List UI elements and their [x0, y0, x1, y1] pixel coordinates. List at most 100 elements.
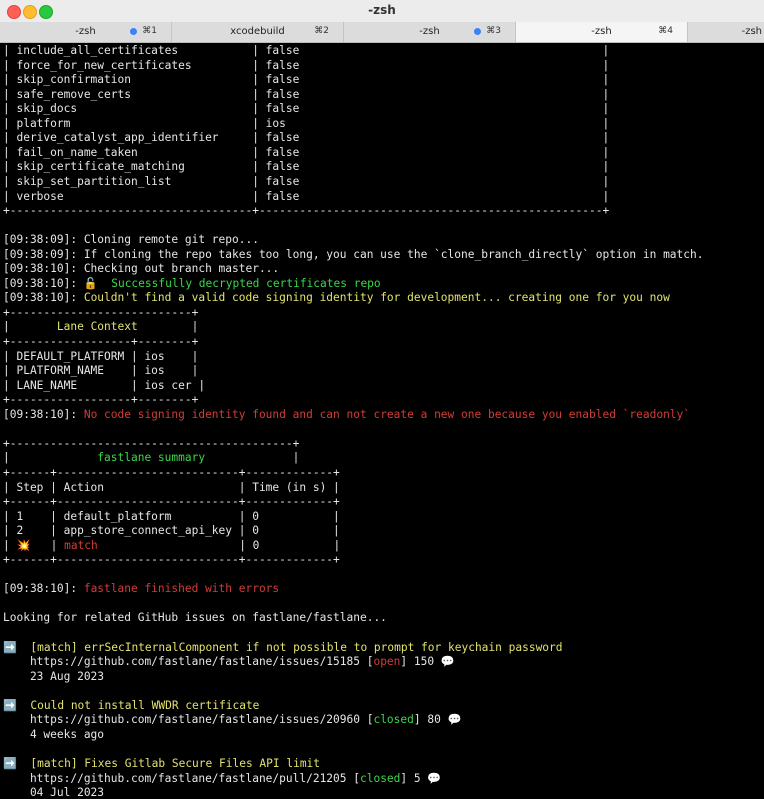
tab-zsh-1[interactable]: -zsh ⌘1 — [0, 22, 172, 42]
terminal-line: +------+---------------------------+----… — [3, 466, 340, 480]
terminal-text: | fail_on_name_taken | false | — [3, 145, 610, 159]
tab-shortcut: ⌘1 — [142, 26, 157, 36]
terminal-text: [match] errSecInternalComponent if not p… — [30, 640, 563, 654]
terminal-text: | skip_confirmation | false | — [3, 73, 610, 87]
terminal-text: | 1 | default_platform | 0 | — [3, 509, 340, 523]
terminal-line: [09:38:10]: Checking out branch master..… — [3, 262, 279, 276]
terminal-text: | 0 | — [97, 538, 341, 552]
terminal-line: | Lane Context | — [3, 320, 198, 334]
terminal-line: | 1 | default_platform | 0 | — [3, 510, 340, 524]
terminal-line: +------+---------------------------+----… — [3, 495, 340, 509]
terminal-text: | — [205, 451, 300, 465]
terminal-line: | PLATFORM_NAME | ios | — [3, 364, 198, 378]
terminal-text: [09:38:10]: — [3, 582, 84, 596]
terminal-line: [09:38:10]: 🔓 Successfully decrypted cer… — [3, 277, 381, 291]
terminal-text: | Step | Action | Time (in s) | — [3, 480, 340, 494]
terminal-line: +---------------------------+ — [3, 306, 198, 320]
terminal-line: ➡️ [match] errSecInternalComponent if no… — [3, 641, 563, 655]
terminal-text: | verbose | false | — [3, 189, 610, 203]
terminal-text: match — [64, 538, 98, 552]
terminal-line: [09:38:10]: Couldn't find a valid code s… — [3, 291, 670, 305]
terminal-line: | Step | Action | Time (in s) | — [3, 481, 340, 495]
terminal-line: +------------------+--------+ — [3, 393, 198, 407]
terminal-text: [match] Fixes Gitlab Secure Files API li… — [30, 756, 321, 770]
terminal-text: ] 5 💬 — [400, 771, 442, 785]
terminal-text: ➡️ — [3, 640, 31, 654]
terminal-text: [09:38:09]: Cloning remote git repo... — [3, 233, 259, 247]
terminal-line: +------------------------------------+--… — [3, 204, 609, 218]
tab-shortcut: ⌘3 — [486, 26, 501, 36]
terminal-line: | derive_catalyst_app_identifier | false… — [3, 131, 609, 145]
terminal-line: 04 Jul 2023 — [3, 786, 104, 799]
terminal-line: | verbose | false | — [3, 190, 609, 204]
terminal-text: +------------------+--------+ — [3, 335, 199, 348]
terminal-text: https://github.com/fastlane/fastlane/pul… — [3, 771, 360, 785]
terminal-text: +------+---------------------------+----… — [3, 553, 340, 567]
terminal-line: ➡️ Could not install WWDR certificate — [3, 699, 259, 713]
terminal-line: | skip_confirmation | false | — [3, 73, 609, 87]
terminal-text: | skip_set_partition_list | false | — [3, 174, 610, 188]
terminal-line: | safe_remove_certs | false | — [3, 88, 609, 102]
terminal-line: Looking for related GitHub issues on fas… — [3, 611, 387, 625]
terminal-text: Lane Context — [56, 320, 138, 334]
tab-zsh-4-active[interactable]: -zsh ⌘4 — [516, 22, 688, 42]
terminal-text: ] 80 💬 — [413, 713, 462, 727]
terminal-line: | skip_docs | false | — [3, 102, 609, 116]
activity-dot-icon — [474, 28, 481, 35]
terminal-text: ➡️ — [3, 756, 31, 770]
terminal-text: 🔓 Successfully decrypted certificates re… — [83, 276, 381, 290]
terminal-text: | platform | ios | — [3, 116, 610, 130]
tab-xcodebuild[interactable]: xcodebuild ⌘2 — [172, 22, 344, 42]
terminal-text: +---------------------------+ — [3, 305, 199, 319]
terminal-text: 4 weeks ago — [3, 727, 105, 741]
terminal-line: [09:38:09]: Cloning remote git repo... — [3, 233, 259, 247]
terminal-line: https://github.com/fastlane/fastlane/pul… — [3, 772, 441, 786]
terminal-line: +------------------+--------+ — [3, 335, 198, 349]
terminal-text: https://github.com/fastlane/fastlane/iss… — [3, 713, 374, 727]
terminal-line: [09:38:09]: If cloning the repo takes to… — [3, 248, 704, 262]
terminal-text: Looking for related GitHub issues on fas… — [3, 611, 387, 625]
terminal-line: https://github.com/fastlane/fastlane/iss… — [3, 713, 462, 727]
terminal-text: | — [3, 320, 57, 334]
terminal-text: 04 Jul 2023 — [3, 786, 105, 799]
terminal-text: ➡️ — [3, 698, 31, 712]
terminal-text: [09:38:10]: — [3, 276, 84, 290]
terminal-line: +------+---------------------------+----… — [3, 553, 340, 567]
terminal-text: ] 150 💬 — [400, 655, 455, 669]
window-title: -zsh — [368, 3, 396, 17]
terminal-text: | 💥 | — [3, 538, 65, 552]
terminal-text: fastlane finished with errors — [83, 582, 280, 596]
tab-shortcut: ⌘2 — [314, 26, 329, 36]
terminal-text: fastlane summary — [97, 451, 206, 465]
terminal-text: +------+---------------------------+----… — [3, 465, 340, 479]
tab-zsh-5[interactable]: -zsh — [688, 22, 764, 42]
terminal-line: [09:38:10]: No code signing identity fou… — [3, 408, 690, 422]
terminal-line: | fail_on_name_taken | false | — [3, 146, 609, 160]
terminal-text: | skip_certificate_matching | false | — [3, 160, 610, 174]
terminal-line: | LANE_NAME | ios cer | — [3, 379, 205, 393]
terminal-text: Could not install WWDR certificate — [30, 698, 260, 712]
terminal-text: | LANE_NAME | ios cer | — [3, 378, 206, 392]
terminal-text: https://github.com/fastlane/fastlane/iss… — [3, 655, 374, 669]
terminal-text: | DEFAULT_PLATFORM | ios | — [3, 349, 199, 363]
terminal-text: closed — [373, 713, 414, 727]
terminal-line: | DEFAULT_PLATFORM | ios | — [3, 350, 198, 364]
terminal-text: | include_all_certificates | false | — [3, 44, 610, 57]
terminal-line: | skip_set_partition_list | false | — [3, 175, 609, 189]
terminal-line: 4 weeks ago — [3, 728, 104, 742]
terminal-line: | force_for_new_certificates | false | — [3, 59, 609, 73]
terminal-text: [09:38:09]: If cloning the repo takes to… — [3, 247, 704, 261]
terminal-output[interactable]: | include_all_certificates | false | | fo… — [0, 43, 764, 799]
tab-zsh-3[interactable]: -zsh ⌘3 — [344, 22, 516, 42]
terminal-text: | — [3, 451, 98, 465]
terminal-line: | include_all_certificates | false | — [3, 44, 609, 58]
terminal-text: 23 Aug 2023 — [3, 669, 105, 683]
tab-bar: -zsh ⌘1 xcodebuild ⌘2 -zsh ⌘3 -zsh ⌘4 -z… — [0, 22, 764, 43]
terminal-text: [09:38:10]: — [3, 291, 84, 305]
terminal-text: | force_for_new_certificates | false | — [3, 58, 610, 72]
terminal-text: | skip_docs | false | — [3, 102, 610, 116]
terminal-text: | 2 | app_store_connect_api_key | 0 | — [3, 524, 340, 538]
terminal-text: [09:38:10]: — [3, 407, 84, 421]
terminal-line: | platform | ios | — [3, 117, 609, 131]
terminal-text: +------------------------------------+--… — [3, 204, 610, 218]
